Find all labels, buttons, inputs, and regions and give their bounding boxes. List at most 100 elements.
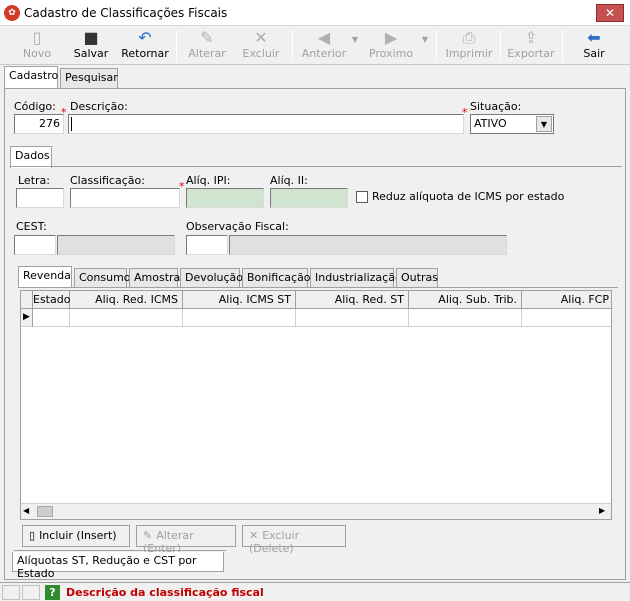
new-document-icon: ▯	[32, 28, 42, 47]
status-panel	[22, 585, 40, 600]
operation-tab-strip: Revenda Consumo Amostra Devolução Bonifi…	[18, 266, 618, 288]
dados-divider	[10, 166, 622, 167]
alterar-button[interactable]: ✎ Alterar	[184, 27, 230, 65]
tab-bonificacao[interactable]: Bonificação	[242, 268, 311, 288]
tab-devolucao[interactable]: Devolução	[180, 268, 243, 288]
exit-arrow-icon: ⬅	[587, 28, 601, 47]
scroll-left-icon[interactable]: ◀	[23, 506, 29, 515]
descricao-field[interactable]	[68, 114, 464, 134]
grid-cell[interactable]	[409, 309, 522, 327]
classificacao-field[interactable]	[70, 188, 180, 208]
tab-dados[interactable]: Dados	[10, 146, 52, 168]
anterior-dropdown-icon[interactable]: ▼	[350, 35, 360, 45]
main-window: ✿ Cadastro de Classificações Fiscais ✕ ▯…	[0, 0, 630, 601]
export-icon: ⇪	[524, 28, 538, 47]
classificacao-label: Classificação:	[70, 174, 145, 187]
situacao-select[interactable]: ATIVO ▼	[470, 114, 554, 134]
main-tab-strip: Cadastro Pesquisar	[4, 66, 626, 88]
edit-icon: ✎	[200, 28, 214, 47]
cest-code-field[interactable]	[14, 235, 56, 255]
chevron-down-icon: ▼	[536, 116, 552, 132]
toolbar-separator	[176, 30, 177, 62]
salvar-button[interactable]: ■ Salvar	[68, 27, 114, 65]
column-header-aliq-sub-trib[interactable]: Aliq. Sub. Trib.	[409, 291, 522, 309]
aliq-ipi-field[interactable]	[186, 188, 264, 208]
alterar-grid-button[interactable]: ✎ Alterar (Enter)	[136, 525, 236, 555]
tab-industrializacao[interactable]: Industrialização	[310, 268, 402, 288]
grid-cell[interactable]	[296, 309, 409, 327]
column-header-aliq-icms-st[interactable]: Aliq. ICMS ST	[183, 291, 296, 309]
status-panel	[2, 585, 20, 600]
status-bar: ? Descrição da classificação fiscal	[0, 582, 630, 601]
scroll-right-icon[interactable]: ▶	[599, 506, 605, 515]
proximo-button[interactable]: ▶ Proximo	[366, 27, 416, 65]
toolbar: ▯ Novo ■ Salvar ↶ Retornar ✎ Alterar ✕ E…	[0, 27, 630, 65]
toolbar-separator	[562, 30, 563, 62]
novo-button[interactable]: ▯ Novo	[14, 27, 60, 65]
help-icon: ?	[45, 585, 60, 600]
exportar-button[interactable]: ⇪ Exportar	[506, 27, 556, 65]
cest-description-field	[57, 235, 175, 255]
toolbar-separator	[500, 30, 501, 62]
operation-divider	[18, 287, 618, 288]
reduz-icms-checkbox[interactable]	[356, 191, 368, 203]
status-message: Descrição da classificação fiscal	[66, 586, 264, 599]
tab-cadastro[interactable]: Cadastro	[4, 66, 58, 88]
delete-icon: ✕	[249, 529, 259, 542]
letra-label: Letra:	[18, 174, 50, 187]
proximo-dropdown-icon[interactable]: ▼	[420, 35, 430, 45]
required-marker: *	[179, 180, 185, 193]
codigo-field[interactable]: 276	[14, 114, 64, 134]
arrow-left-icon: ◀	[317, 28, 331, 47]
observacao-code-field[interactable]	[186, 235, 228, 255]
aliq-ii-label: Alíq. II:	[270, 174, 308, 187]
new-page-icon: ▯	[29, 529, 36, 542]
aliquotas-grid[interactable]: Estado Aliq. Red. ICMS Aliq. ICMS ST Ali…	[20, 290, 612, 520]
tab-amostra[interactable]: Amostra	[129, 268, 180, 288]
title-bar: ✿ Cadastro de Classificações Fiscais ✕	[0, 0, 630, 26]
tab-pesquisar[interactable]: Pesquisar	[60, 68, 118, 88]
observacao-description-field	[229, 235, 507, 255]
situacao-label: Situação:	[470, 100, 522, 113]
scroll-thumb[interactable]	[37, 506, 53, 517]
tab-outras[interactable]: Outras	[396, 268, 438, 288]
excluir-grid-button[interactable]: ✕ Excluir (Delete)	[242, 525, 346, 555]
save-icon: ■	[83, 28, 99, 47]
row-indicator-icon: ▶	[21, 309, 33, 327]
column-header-aliq-red-icms[interactable]: Aliq. Red. ICMS	[70, 291, 183, 309]
observacao-label: Observação Fiscal:	[186, 220, 289, 233]
grid-cell[interactable]	[522, 309, 611, 327]
sair-button[interactable]: ⬅ Sair	[574, 27, 614, 65]
grid-cell[interactable]	[33, 309, 70, 327]
descricao-label: Descrição:	[70, 100, 128, 113]
edit-icon: ✎	[143, 529, 153, 542]
grid-cell[interactable]	[70, 309, 183, 327]
aliq-ii-field[interactable]	[270, 188, 348, 208]
tab-revenda[interactable]: Revenda	[18, 266, 72, 288]
anterior-button[interactable]: ◀ Anterior	[300, 27, 348, 65]
tab-consumo[interactable]: Consumo	[74, 268, 131, 288]
arrow-right-icon: ▶	[384, 28, 398, 47]
excluir-button[interactable]: ✕ Excluir	[238, 27, 284, 65]
tab-aliquotas-st-estado[interactable]: Alíquotas ST, Redução e CST por Estado	[12, 552, 224, 580]
app-icon: ✿	[4, 5, 20, 21]
toolbar-separator	[436, 30, 437, 62]
horizontal-scrollbar[interactable]: ◀ ▶	[21, 503, 611, 519]
imprimir-button[interactable]: ⎙ Imprimir	[444, 27, 494, 65]
letra-field[interactable]	[16, 188, 64, 208]
incluir-button[interactable]: ▯ Incluir (Insert)	[22, 525, 130, 547]
column-header-aliq-fcp[interactable]: Aliq. FCP	[522, 291, 611, 309]
window-title: Cadastro de Classificações Fiscais	[24, 6, 228, 20]
text-cursor	[71, 117, 72, 131]
codigo-label: Código:	[14, 100, 56, 113]
column-header-estado[interactable]: Estado	[33, 291, 70, 309]
bottom-tab-divider	[14, 550, 226, 551]
column-header-aliq-red-st[interactable]: Aliq. Red. ST	[296, 291, 409, 309]
retornar-button[interactable]: ↶ Retornar	[120, 27, 170, 65]
required-marker: *	[462, 106, 468, 119]
aliq-ipi-label: Alíq. IPI:	[186, 174, 231, 187]
close-button[interactable]: ✕	[596, 4, 624, 22]
grid-corner	[21, 291, 33, 309]
toolbar-separator	[292, 30, 293, 62]
grid-cell[interactable]	[183, 309, 296, 327]
